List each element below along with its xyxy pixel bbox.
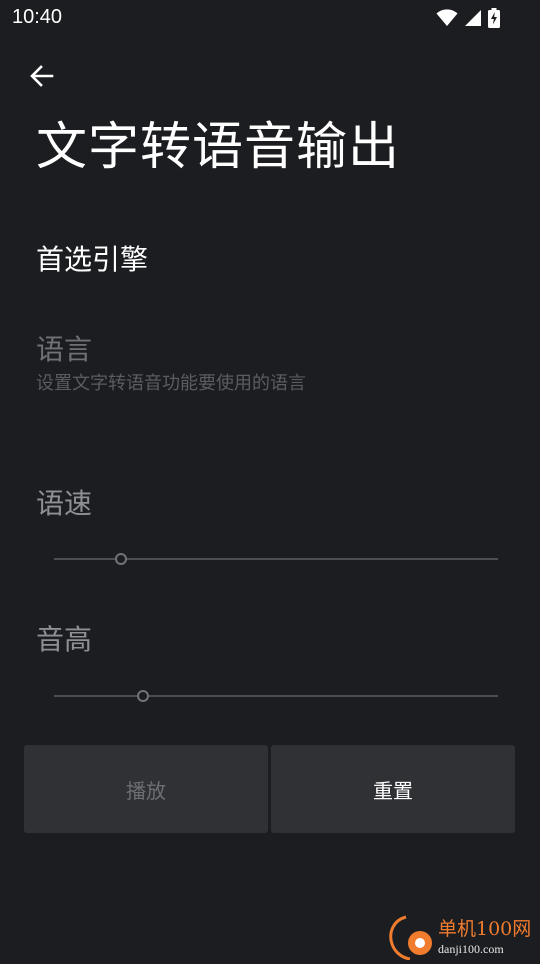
signal-icon: [464, 9, 482, 27]
language-item[interactable]: 语言 设置文字转语音功能要使用的语言: [36, 332, 504, 396]
battery-charging-icon: [488, 8, 500, 28]
play-button[interactable]: 播放: [24, 745, 268, 833]
slider-thumb[interactable]: [114, 553, 127, 565]
status-icons: [436, 8, 500, 28]
pitch-label: 音高: [36, 623, 93, 656]
language-title: 语言: [36, 333, 93, 366]
watermark-url: danji100.com: [438, 942, 504, 956]
language-summary: 设置文字转语音功能要使用的语言: [36, 373, 306, 394]
reset-button[interactable]: 重置: [271, 745, 515, 833]
preferred-engine-title: 首选引擎: [36, 243, 149, 276]
status-time: 10:40: [12, 6, 63, 28]
slider-thumb[interactable]: [136, 690, 149, 702]
back-button[interactable]: [22, 58, 62, 98]
wifi-icon: [436, 9, 458, 27]
watermark: 单机100网 danji100.com: [386, 914, 536, 961]
status-bar: 10:40: [0, 0, 540, 36]
speech-rate-label: 语速: [36, 487, 93, 520]
pitch-slider[interactable]: [54, 686, 498, 706]
page-title: 文字转语音输出: [36, 118, 401, 177]
watermark-logo-icon: [386, 914, 432, 961]
arrow-left-icon: [29, 63, 55, 93]
slider-track: [54, 695, 498, 697]
watermark-name: 单机100网: [438, 918, 532, 940]
preferred-engine-item[interactable]: 首选引擎: [36, 242, 504, 278]
speech-rate-slider[interactable]: [54, 549, 498, 569]
